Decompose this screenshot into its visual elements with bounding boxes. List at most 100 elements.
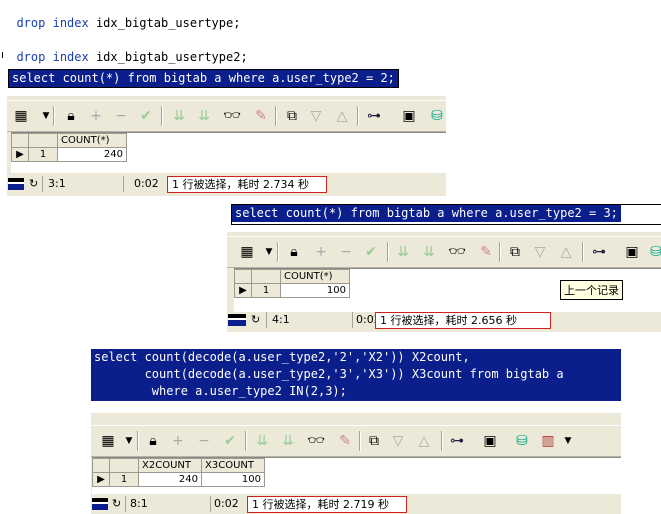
- row-number: 1: [251, 283, 281, 298]
- plus-icon[interactable]: +: [87, 107, 105, 125]
- index-name: idx_bigtab_usertype2;: [95, 50, 248, 64]
- column-header-x2count[interactable]: X2COUNT: [138, 458, 202, 473]
- selected-sql-3-line-3[interactable]: where a.user_type2 IN(2,3);: [91, 383, 350, 400]
- check-icon[interactable]: ✔: [137, 107, 155, 125]
- stack-icon[interactable]: ⧉: [506, 243, 524, 261]
- status-time-box: 0:02: [210, 496, 247, 512]
- check-icon[interactable]: ✔: [221, 432, 239, 450]
- minus-icon[interactable]: −: [337, 243, 355, 261]
- dropdown-arrow-icon[interactable]: ▼: [120, 432, 138, 450]
- tree-icon[interactable]: ⊶: [365, 107, 383, 125]
- column-header[interactable]: COUNT(*): [280, 269, 350, 284]
- flag-icon: [8, 178, 24, 190]
- tree-icon[interactable]: ⊶: [448, 432, 466, 450]
- keyword-drop: drop: [16, 50, 46, 64]
- triangle-up-icon[interactable]: △: [333, 107, 351, 125]
- result-panel-1: ▦ ▼ 🔒︎ + − ✔ ⇊ ⇊ 👓︎ ✎ ⧉ ▽ △ ⊶ ▣ ⛁ COUNT(…: [7, 96, 446, 196]
- toolbar-2: ▦ ▼ 🔒︎ + − ✔ ⇊ ⇊ 👓︎ ✎ ⧉ ▽ △ ⊶ ▣ ⛁: [227, 236, 661, 268]
- grid-table: COUNT(*) ▶ 1 240: [11, 133, 127, 162]
- plus-icon[interactable]: +: [169, 432, 187, 450]
- triangle-up-icon[interactable]: △: [557, 243, 575, 261]
- column-header[interactable]: COUNT(*): [57, 133, 127, 148]
- tree-icon[interactable]: ⊶: [590, 243, 608, 261]
- flag-icon: [92, 498, 108, 510]
- chart-icon[interactable]: ▥: [539, 432, 557, 450]
- lock-icon[interactable]: 🔒︎: [144, 432, 162, 450]
- refresh-icon[interactable]: ↻: [251, 312, 260, 328]
- tooltip: 上一个记录: [560, 280, 623, 300]
- lock-icon[interactable]: 🔒︎: [62, 107, 80, 125]
- elapsed-time: 0:02: [214, 497, 239, 510]
- selected-sql-3-line-1[interactable]: select count(decode(a.user_type2,'2','X2…: [91, 349, 473, 366]
- index-name: idx_bigtab_usertype;: [95, 16, 241, 30]
- keyword-index: index: [52, 50, 89, 64]
- plus-icon[interactable]: +: [312, 243, 330, 261]
- status-bar-1: ↻ 3:1 0:02 1 行被选择，耗时 2.734 秒: [7, 176, 446, 193]
- stack-icon[interactable]: ⧉: [283, 107, 301, 125]
- selected-sql-3-line-2[interactable]: count(decode(a.user_type2,'3','X3')) X3c…: [91, 366, 567, 383]
- selected-sql-2[interactable]: select count(*) from bigtab a where a.us…: [232, 205, 621, 222]
- minus-icon[interactable]: −: [112, 107, 130, 125]
- row-pointer[interactable]: ▶: [11, 147, 29, 162]
- row-number: 1: [28, 147, 58, 162]
- eraser-icon[interactable]: ✎: [336, 432, 354, 450]
- triangle-down-icon[interactable]: ▽: [389, 432, 407, 450]
- save-icon[interactable]: ▣: [481, 432, 499, 450]
- grid-icon[interactable]: ▦: [12, 107, 30, 125]
- cell-count[interactable]: 100: [280, 283, 350, 298]
- down-double-icon[interactable]: ⇊: [420, 243, 438, 261]
- dropdown-arrow-icon[interactable]: ▼: [260, 243, 278, 261]
- status-time-box: 0:02: [123, 176, 164, 192]
- save-icon[interactable]: ▣: [400, 107, 418, 125]
- cursor-position: 4:1: [272, 313, 290, 326]
- eraser-icon[interactable]: ✎: [252, 107, 270, 125]
- refresh-icon[interactable]: ↻: [112, 496, 121, 512]
- toolbar-1: ▦ ▼ 🔒︎ + − ✔ ⇊ ⇊ 👓︎ ✎ ⧉ ▽ △ ⊶ ▣ ⛁: [7, 100, 446, 132]
- stack-icon[interactable]: ⧉: [365, 432, 383, 450]
- result-grid-1: COUNT(*) ▶ 1 240: [11, 132, 446, 173]
- cell-x3count[interactable]: 100: [201, 472, 265, 487]
- down-double-icon[interactable]: ⇊: [279, 432, 297, 450]
- grid-table: COUNT(*) ▶ 1 100: [234, 269, 350, 298]
- down-double-icon[interactable]: ⇊: [253, 432, 271, 450]
- database-icon[interactable]: ⛁: [647, 243, 661, 261]
- dropdown-arrow-icon[interactable]: ▼: [559, 432, 577, 450]
- cell-count[interactable]: 240: [57, 147, 127, 162]
- status-bar-3: ↻ 8:1 0:02 1 行被选择，耗时 2.719 秒: [91, 496, 621, 513]
- status-position-box: 8:1: [125, 496, 210, 512]
- status-bar-2: ↻ 4:1 0:02 1 行被选择，耗时 2.656 秒: [227, 312, 661, 329]
- binoculars-icon[interactable]: 👓︎: [448, 243, 466, 261]
- flag-icon: [228, 314, 246, 326]
- grid-table: X2COUNT X3COUNT ▶ 1 240 100: [92, 458, 265, 487]
- column-header-x3count[interactable]: X3COUNT: [201, 458, 265, 473]
- lock-icon[interactable]: 🔒︎: [285, 243, 303, 261]
- save-icon[interactable]: ▣: [623, 243, 641, 261]
- triangle-down-icon[interactable]: ▽: [307, 107, 325, 125]
- code-line-2: drop index idx_bigtab_usertype2;: [2, 36, 248, 64]
- grid-icon[interactable]: ▦: [238, 243, 256, 261]
- down-double-icon[interactable]: ⇊: [195, 107, 213, 125]
- text-cursor: [2, 52, 3, 58]
- cell-x2count[interactable]: 240: [138, 472, 202, 487]
- selected-sql-1[interactable]: select count(*) from bigtab a where a.us…: [8, 69, 399, 88]
- binoculars-icon[interactable]: 👓︎: [307, 432, 325, 450]
- triangle-down-icon[interactable]: ▽: [531, 243, 549, 261]
- refresh-icon[interactable]: ↻: [29, 176, 38, 192]
- down-double-icon[interactable]: ⇊: [170, 107, 188, 125]
- row-pointer[interactable]: ▶: [92, 472, 110, 487]
- grid-icon[interactable]: ▦: [99, 432, 117, 450]
- result-grid-2: COUNT(*) ▶ 1 100 上一个记录: [234, 268, 661, 313]
- triangle-up-icon[interactable]: △: [415, 432, 433, 450]
- database-icon[interactable]: ⛁: [513, 432, 531, 450]
- down-double-icon[interactable]: ⇊: [394, 243, 412, 261]
- row-pointer[interactable]: ▶: [234, 283, 252, 298]
- binoculars-icon[interactable]: 👓︎: [223, 107, 241, 125]
- eraser-icon[interactable]: ✎: [477, 243, 495, 261]
- check-icon[interactable]: ✔: [362, 243, 380, 261]
- status-position-box: 3:1: [42, 176, 123, 192]
- elapsed-time: 0:02: [134, 177, 159, 190]
- cursor-position: 3:1: [48, 177, 66, 190]
- minus-icon[interactable]: −: [195, 432, 213, 450]
- database-icon[interactable]: ⛁: [428, 107, 446, 125]
- status-message: 1 行被选择，耗时 2.734 秒: [167, 176, 327, 193]
